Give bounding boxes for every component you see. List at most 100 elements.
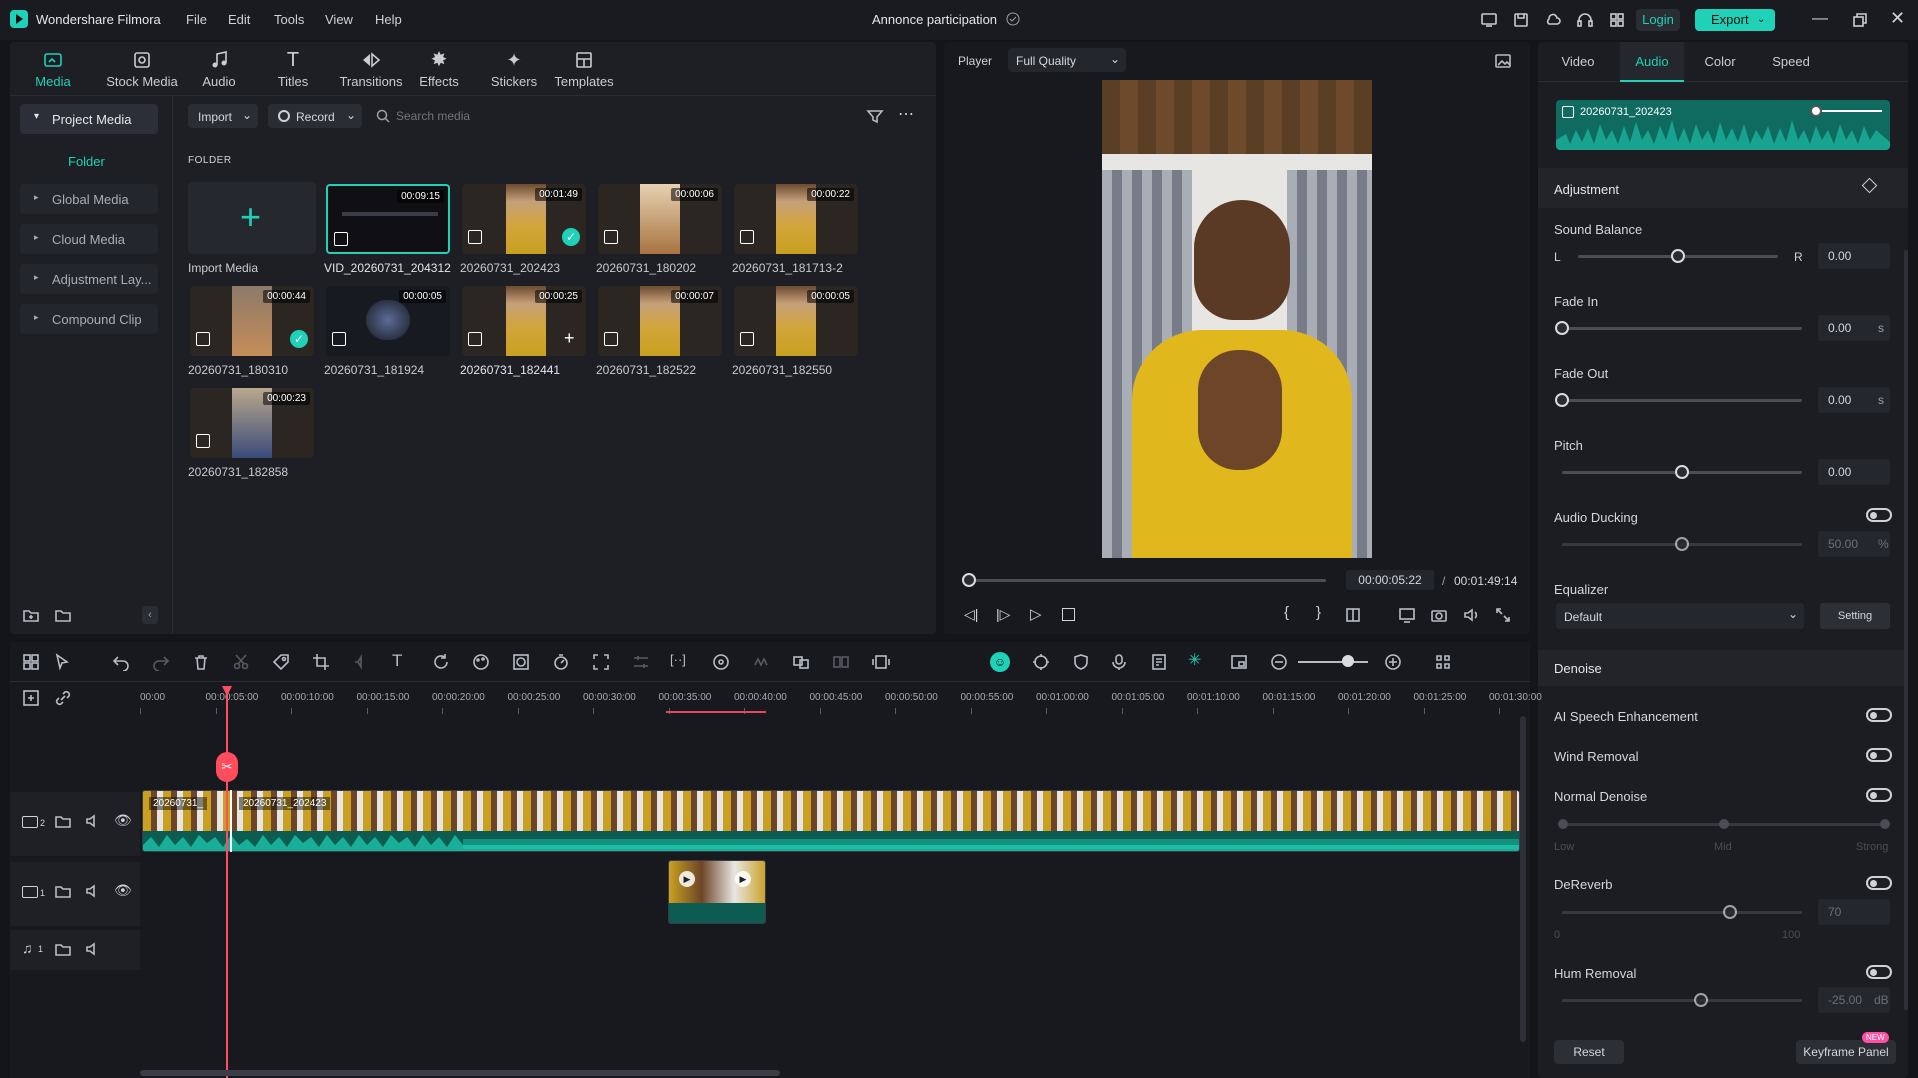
speaker-icon[interactable] (84, 940, 102, 958)
collapse-sidebar-icon[interactable]: ‹ (142, 606, 158, 624)
volume-icon[interactable] (1462, 606, 1480, 624)
redo-icon[interactable] (152, 653, 170, 671)
voiceover-icon[interactable] (1150, 653, 1168, 671)
play-icon[interactable]: ▷ (1030, 605, 1042, 623)
cut-icon[interactable] (232, 653, 250, 671)
ai-face-icon[interactable]: ☺ (990, 652, 1010, 672)
dereverb-value[interactable]: 70 (1818, 899, 1890, 925)
stop-icon[interactable] (1062, 608, 1075, 621)
split-icon[interactable] (832, 653, 850, 671)
record-button[interactable]: Record ⌄ (268, 104, 362, 128)
close-icon[interactable]: ✕ (1890, 8, 1905, 29)
microphone-icon[interactable] (1110, 653, 1128, 671)
folder-lock-icon[interactable] (54, 940, 72, 958)
folder-lock-icon[interactable] (54, 812, 72, 830)
restore-icon[interactable] (1850, 11, 1868, 29)
insert-icon[interactable] (1344, 606, 1362, 624)
tag-icon[interactable] (272, 653, 290, 671)
audio-ducking-knob[interactable] (1675, 537, 1689, 551)
fullscreen-icon[interactable] (1494, 606, 1512, 624)
display-icon[interactable] (1398, 606, 1416, 624)
dereverb-toggle[interactable] (1866, 876, 1892, 890)
add-track-icon[interactable] (22, 689, 40, 707)
speaker-icon[interactable] (84, 812, 102, 830)
tab-effects[interactable]: ✸ Effects (416, 50, 462, 89)
tab-color[interactable]: Color (1700, 54, 1740, 69)
fit-screen-icon[interactable] (592, 653, 610, 671)
headset-icon[interactable] (1576, 11, 1594, 29)
menu-file[interactable]: File (186, 12, 207, 27)
dereverb-knob[interactable] (1723, 905, 1737, 919)
scissors-icon[interactable]: ✂ (216, 752, 238, 782)
horizontal-scrollbar[interactable] (140, 1070, 780, 1076)
media-item[interactable]: 00:00:22 (734, 184, 858, 254)
reset-button[interactable]: Reset (1554, 1040, 1624, 1064)
adjust-icon[interactable] (632, 653, 650, 671)
apps-grid-icon[interactable] (1608, 11, 1626, 29)
shield-icon[interactable] (1072, 653, 1090, 671)
zoom-out-icon[interactable] (1270, 653, 1288, 671)
freeze-frame-icon[interactable] (872, 653, 890, 671)
menu-edit[interactable]: Edit (228, 12, 250, 27)
snap-icon[interactable]: ✳ (1188, 650, 1201, 670)
media-item[interactable]: 00:00:23 (190, 388, 314, 458)
add-to-timeline-icon[interactable]: + (564, 328, 575, 349)
ai-audio-icon[interactable] (752, 653, 770, 671)
wind-removal-toggle[interactable] (1866, 748, 1892, 762)
tab-titles[interactable]: T Titles (270, 50, 316, 89)
more-options-icon[interactable]: ⋯ (898, 104, 914, 124)
import-media-tile[interactable]: + (188, 182, 316, 254)
filter-icon[interactable] (866, 107, 884, 125)
fade-in-value-box[interactable]: 0.00 s (1818, 315, 1890, 341)
fade-out-knob[interactable] (1555, 393, 1569, 407)
text-icon[interactable]: T (392, 651, 402, 671)
hum-removal-toggle[interactable] (1866, 965, 1892, 979)
rotate-icon[interactable] (432, 653, 450, 671)
tab-stickers[interactable]: ✦ Stickers (486, 50, 542, 89)
clip-volume-knob[interactable] (1810, 105, 1822, 117)
dereverb-slider[interactable] (1562, 911, 1802, 914)
speaker-icon[interactable] (84, 882, 102, 900)
clip-volume-track[interactable] (1816, 110, 1882, 112)
tab-stock-media[interactable]: Stock Media (102, 50, 182, 89)
eye-icon[interactable]: 👁 (114, 882, 132, 899)
media-item[interactable]: 00:00:06 (598, 184, 722, 254)
mark-in-icon[interactable]: { (1284, 604, 1289, 621)
link-icon[interactable] (54, 689, 72, 707)
monitor-icon[interactable] (1480, 11, 1498, 29)
undo-icon[interactable] (112, 653, 130, 671)
login-button[interactable]: Login (1636, 9, 1680, 31)
folder-icon[interactable] (54, 606, 72, 624)
equalizer-dropdown[interactable]: Default ⌄ (1556, 603, 1804, 629)
sidebar-folder[interactable]: Folder (68, 154, 105, 169)
pitch-value[interactable]: 0.00 (1818, 459, 1890, 485)
delete-icon[interactable] (192, 653, 210, 671)
fade-in-slider[interactable] (1562, 327, 1802, 330)
save-icon[interactable] (1512, 11, 1530, 29)
export-button[interactable]: Export ⌄ (1695, 9, 1775, 31)
media-item[interactable]: 00:09:15 (326, 184, 450, 254)
tab-video[interactable]: Video (1558, 54, 1598, 69)
sound-balance-knob[interactable] (1671, 249, 1685, 263)
playback-progress-track[interactable] (962, 579, 1326, 582)
audio-adjust-icon[interactable] (352, 653, 370, 671)
mark-out-icon[interactable]: } (1316, 604, 1321, 621)
crop-icon[interactable] (312, 653, 330, 671)
sidebar-item-adjustment-layer[interactable]: ▸ Adjustment Lay... (20, 264, 158, 294)
media-item[interactable]: 00:00:44 ✓ (190, 286, 314, 356)
new-folder-icon[interactable] (22, 606, 40, 624)
sidebar-item-global-media[interactable]: ▸ Global Media (20, 184, 158, 214)
zoom-knob[interactable] (1342, 655, 1354, 667)
layout-grid-icon[interactable] (22, 653, 40, 671)
zoom-slider[interactable] (1298, 661, 1368, 663)
zoom-in-icon[interactable] (1384, 653, 1402, 671)
camera-icon[interactable] (1430, 606, 1448, 624)
eye-icon[interactable]: 👁 (114, 812, 132, 829)
ai-speech-toggle[interactable] (1866, 708, 1892, 722)
keyframe-panel-button[interactable]: Keyframe Panel (1796, 1040, 1896, 1064)
timeline-clip[interactable]: 20260731_ 20260731_202423 (142, 790, 1520, 852)
stabilize-icon[interactable] (712, 653, 730, 671)
mask-icon[interactable] (512, 653, 530, 671)
tab-audio-properties[interactable]: Audio (1630, 54, 1674, 69)
timeline-clip[interactable]: ▶ ▶ (668, 860, 766, 924)
